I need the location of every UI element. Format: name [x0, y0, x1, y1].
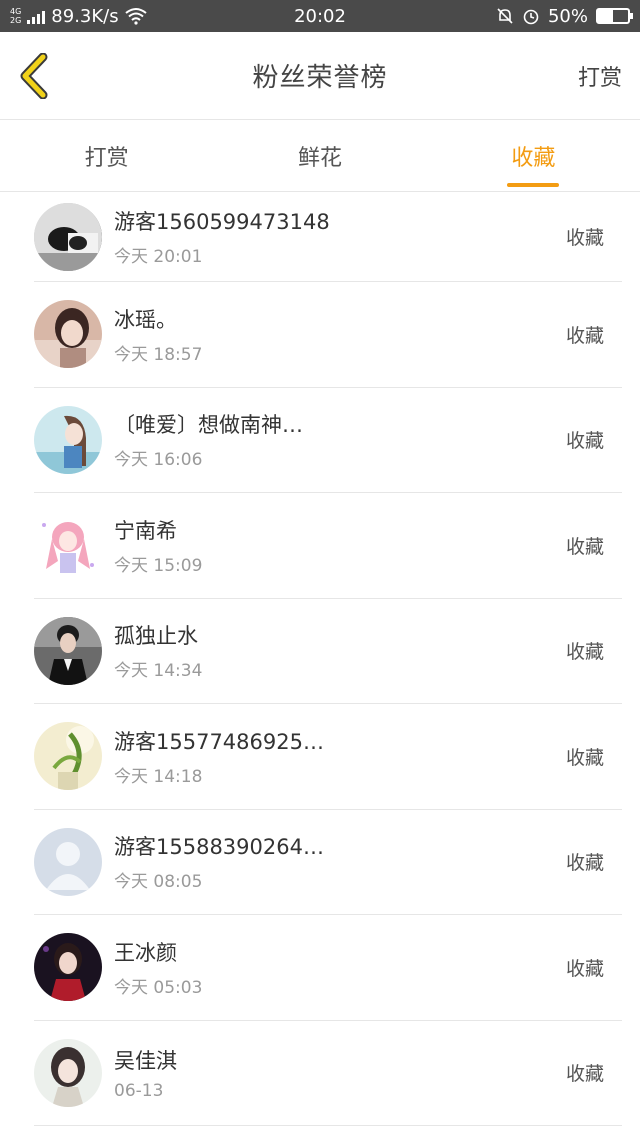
favorite-label: 收藏 — [565, 641, 604, 664]
fan-list: 游客15605994731​48 今天 20:01 收藏 冰瑶。 今天 18:5… — [0, 192, 640, 1126]
row-body: 游客15577486925… 今天 14:18 — [114, 726, 566, 787]
row-body: 王冰颜 今天 05:03 — [114, 937, 566, 998]
row-body: 游客15605994731​48 今天 20:01 — [114, 206, 566, 267]
row-body: 孤独止水 今天 14:34 — [114, 620, 566, 681]
battery-icon — [596, 8, 633, 24]
avatar — [34, 616, 102, 685]
title-bar: 粉丝荣誉榜 打赏 — [0, 32, 640, 120]
network-bottom: 2G — [10, 16, 22, 25]
favorite-label: 收藏 — [565, 324, 604, 347]
avatar — [34, 300, 102, 369]
list-item[interactable]: 游客15577486925… 今天 14:18 收藏 — [34, 704, 622, 810]
user-name: 吴佳淇 — [114, 1048, 177, 1073]
timestamp: 今天 18:57 — [114, 344, 203, 365]
user-name: 〔唯爱〕想做南神… — [114, 413, 303, 438]
timestamp: 今天 08:05 — [114, 872, 203, 893]
wifi-icon — [125, 8, 147, 25]
network-type: 4G 2G — [10, 7, 21, 25]
list-item[interactable]: 〔唯爱〕想做南神… 今天 16:06 收藏 — [34, 388, 622, 493]
battery-percent: 50% — [547, 5, 588, 27]
avatar — [34, 722, 102, 791]
list-item[interactable]: 吴佳淇 06-13 收藏 — [34, 1021, 622, 1126]
back-button[interactable] — [14, 48, 54, 104]
favorite-label: 收藏 — [565, 1063, 604, 1086]
favorite-label: 收藏 — [565, 957, 604, 980]
signal-icon — [27, 8, 46, 24]
avatar — [34, 1038, 102, 1107]
network-speed: 89.3K/s — [51, 5, 119, 27]
status-time: 20:02 — [294, 5, 346, 27]
tab-favorites[interactable]: 收藏 — [427, 120, 640, 191]
user-name: 游客15605994731​48 — [114, 210, 330, 234]
list-item[interactable]: 游客15605994731​48 今天 20:01 收藏 — [34, 192, 622, 282]
avatar — [34, 933, 102, 1002]
page-title: 粉丝荣誉榜 — [252, 63, 388, 93]
favorite-label: 收藏 — [565, 227, 604, 249]
user-name: 王冰颜 — [114, 940, 177, 965]
tab-bar: 打赏 鲜花 收藏 — [0, 120, 640, 192]
user-name: 孤独止水 — [114, 624, 198, 649]
timestamp: 今天 20:01 — [114, 247, 203, 267]
timestamp: 今天 14:34 — [114, 661, 203, 682]
timestamp: 06-13 — [114, 1080, 164, 1101]
status-right: 50% — [496, 5, 633, 27]
row-body: 宁南希 今天 15:09 — [114, 515, 566, 576]
list-item[interactable]: 宁南希 今天 15:09 收藏 — [34, 493, 622, 599]
status-left: 4G 2G 89.3K/s — [10, 6, 147, 27]
user-name: 游客15588390264… — [114, 835, 324, 860]
user-name: 宁南希 — [114, 518, 177, 543]
avatar — [34, 511, 102, 580]
tab-reward[interactable]: 打赏 — [0, 120, 213, 191]
timestamp: 今天 16:06 — [114, 450, 203, 471]
reward-button[interactable]: 打赏 — [578, 60, 622, 92]
favorite-label: 收藏 — [565, 535, 604, 558]
timestamp: 今天 05:03 — [114, 977, 203, 998]
alarm-icon — [523, 9, 539, 25]
timestamp: 今天 15:09 — [114, 555, 203, 576]
list-item[interactable]: 孤独止水 今天 14:34 收藏 — [34, 599, 622, 704]
user-name: 游客15577486925… — [114, 729, 324, 754]
row-body: 游客15588390264… 今天 08:05 — [114, 831, 566, 892]
avatar — [34, 827, 102, 896]
list-item[interactable]: 游客15588390264… 今天 08:05 收藏 — [34, 810, 622, 915]
favorite-label: 收藏 — [565, 852, 604, 875]
avatar — [34, 202, 102, 271]
user-name: 冰瑶。 — [114, 307, 177, 332]
tab-flowers[interactable]: 鲜花 — [213, 120, 426, 191]
avatar — [34, 405, 102, 474]
network-top: 4G — [10, 7, 22, 16]
status-bar: 4G 2G 89.3K/s 20:02 50% — [0, 0, 640, 32]
bell-muted-icon — [497, 8, 513, 24]
timestamp: 今天 14:18 — [114, 766, 203, 787]
row-body: 〔唯爱〕想做南神… 今天 16:06 — [114, 409, 566, 470]
row-body: 冰瑶。 今天 18:57 — [114, 304, 566, 365]
row-body: 吴佳淇 06-13 — [114, 1045, 566, 1101]
chevron-left-icon — [20, 52, 48, 99]
list-item[interactable]: 王冰颜 今天 05:03 收藏 — [34, 915, 622, 1021]
list-item[interactable]: 冰瑶。 今天 18:57 收藏 — [34, 282, 622, 388]
favorite-label: 收藏 — [565, 746, 604, 769]
favorite-label: 收藏 — [565, 430, 604, 453]
